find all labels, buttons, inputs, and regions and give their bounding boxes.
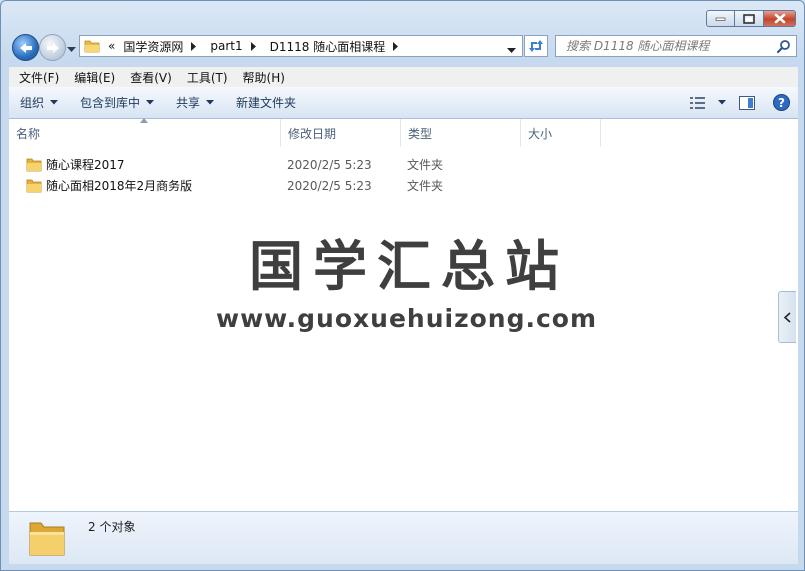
explorer-window: « 国学资源网 part1 D1118 随心面相课程 文件(F) 编辑(E) 查… [0, 0, 805, 571]
maximize-button[interactable] [735, 10, 764, 27]
column-name-label: 名称 [16, 126, 41, 141]
file-type: 文件夹 [407, 158, 444, 172]
sort-ascending-icon [140, 118, 148, 123]
command-bar-right: ? [686, 87, 798, 118]
close-icon [774, 13, 785, 24]
include-in-library-label: 包含到库中 [80, 96, 141, 110]
share-label: 共享 [176, 96, 201, 110]
refresh-button[interactable] [524, 35, 548, 57]
back-button[interactable] [12, 34, 39, 61]
menu-bar: 文件(F) 编辑(E) 查看(V) 工具(T) 帮助(H) [9, 67, 798, 87]
preview-pane-icon [739, 95, 755, 110]
forward-button[interactable] [39, 34, 66, 61]
overflow-label: « [108, 39, 116, 53]
close-button[interactable] [764, 10, 796, 27]
breadcrumb-label-3: D1118 随心面相课程 [269, 39, 386, 54]
menu-help[interactable]: 帮助(H) [233, 69, 290, 86]
file-type: 文件夹 [407, 179, 444, 193]
file-list[interactable]: 名称 修改日期 类型 大小 随心课程2017 2020/2/5 5:23 文件夹… [9, 118, 798, 511]
search-box[interactable] [555, 35, 797, 57]
breadcrumb-item-1[interactable]: 国学资源网 [119, 36, 206, 56]
address-folder-icon-wrap [80, 36, 104, 56]
chevron-down-icon [146, 100, 155, 105]
minimize-button[interactable] [706, 10, 735, 27]
column-date-label: 修改日期 [288, 126, 337, 141]
column-header-type[interactable]: 类型 [401, 119, 521, 147]
column-header-size[interactable]: 大小 [521, 119, 601, 147]
table-row[interactable]: 随心面相2018年2月商务版 2020/2/5 5:23 文件夹 [9, 175, 601, 196]
column-header-name[interactable]: 名称 [9, 118, 281, 147]
chevron-right-icon[interactable] [393, 41, 399, 51]
file-name: 随心面相2018年2月商务版 [46, 179, 193, 193]
file-date: 2020/2/5 5:23 [287, 178, 372, 193]
breadcrumb-item-2[interactable]: part1 [206, 36, 265, 56]
item-count: 2 个对象 [88, 520, 136, 534]
view-options-button[interactable] [686, 87, 730, 118]
search-input[interactable] [564, 38, 778, 54]
view-list-icon [690, 96, 705, 109]
address-bar[interactable]: « 国学资源网 part1 D1118 随心面相课程 [79, 35, 523, 57]
file-date: 2020/2/5 5:23 [287, 157, 372, 172]
maximize-icon [743, 13, 755, 24]
column-header-date[interactable]: 修改日期 [281, 119, 401, 147]
details-pane: 2 个对象 [9, 511, 798, 564]
side-panel-toggle[interactable] [778, 291, 796, 343]
chevron-right-icon[interactable] [191, 41, 197, 51]
organize-label: 组织 [20, 96, 45, 110]
folder-icon [26, 158, 42, 172]
breadcrumb-label-1: 国学资源网 [123, 39, 184, 54]
arrow-left-icon [19, 42, 32, 53]
help-button[interactable]: ? [764, 87, 798, 118]
chevron-left-icon [784, 311, 791, 323]
column-headers: 名称 修改日期 类型 大小 [9, 118, 601, 147]
refresh-icon [529, 40, 543, 52]
folder-icon [26, 179, 42, 193]
organize-button[interactable]: 组织 [9, 87, 69, 118]
table-row[interactable]: 随心课程2017 2020/2/5 5:23 文件夹 [9, 154, 601, 175]
menu-edit[interactable]: 编辑(E) [64, 69, 120, 86]
column-type-label: 类型 [408, 126, 433, 141]
menu-view[interactable]: 查看(V) [120, 69, 177, 86]
folder-icon [29, 522, 65, 556]
chevron-right-icon[interactable] [250, 41, 256, 51]
breadcrumb-label-2: part1 [210, 39, 243, 53]
menu-file[interactable]: 文件(F) [9, 69, 64, 86]
watermark-url: www.guoxuehuizong.com [215, 304, 598, 333]
include-in-library-button[interactable]: 包含到库中 [69, 87, 165, 118]
recent-pages-button[interactable] [67, 42, 76, 56]
chevron-down-icon [67, 47, 76, 52]
menu-tools[interactable]: 工具(T) [177, 69, 233, 86]
help-icon: ? [772, 94, 790, 111]
arrow-right-icon [46, 42, 59, 53]
chevron-down-icon [50, 100, 59, 105]
chevron-down-icon [718, 100, 726, 105]
caption-buttons [706, 10, 796, 27]
column-size-label: 大小 [528, 126, 553, 141]
minimize-icon [715, 17, 726, 21]
command-bar: 组织 包含到库中 共享 新建文件夹 ? [9, 87, 798, 119]
chevron-down-icon [206, 100, 215, 105]
new-folder-button[interactable]: 新建文件夹 [225, 87, 307, 118]
new-folder-label: 新建文件夹 [236, 96, 297, 110]
watermark-title: 国学汇总站 [249, 235, 569, 298]
chevron-down-icon [507, 48, 516, 53]
file-name: 随心课程2017 [46, 158, 125, 172]
preview-pane-button[interactable] [730, 87, 764, 118]
address-dropdown-button[interactable] [507, 43, 516, 57]
folder-icon [84, 40, 100, 53]
breadcrumb-overflow[interactable]: « [104, 36, 119, 56]
search-icon[interactable] [777, 39, 791, 53]
share-button[interactable]: 共享 [165, 87, 225, 118]
svg-text:?: ? [778, 96, 785, 110]
breadcrumb-item-3[interactable]: D1118 随心面相课程 [266, 36, 409, 56]
